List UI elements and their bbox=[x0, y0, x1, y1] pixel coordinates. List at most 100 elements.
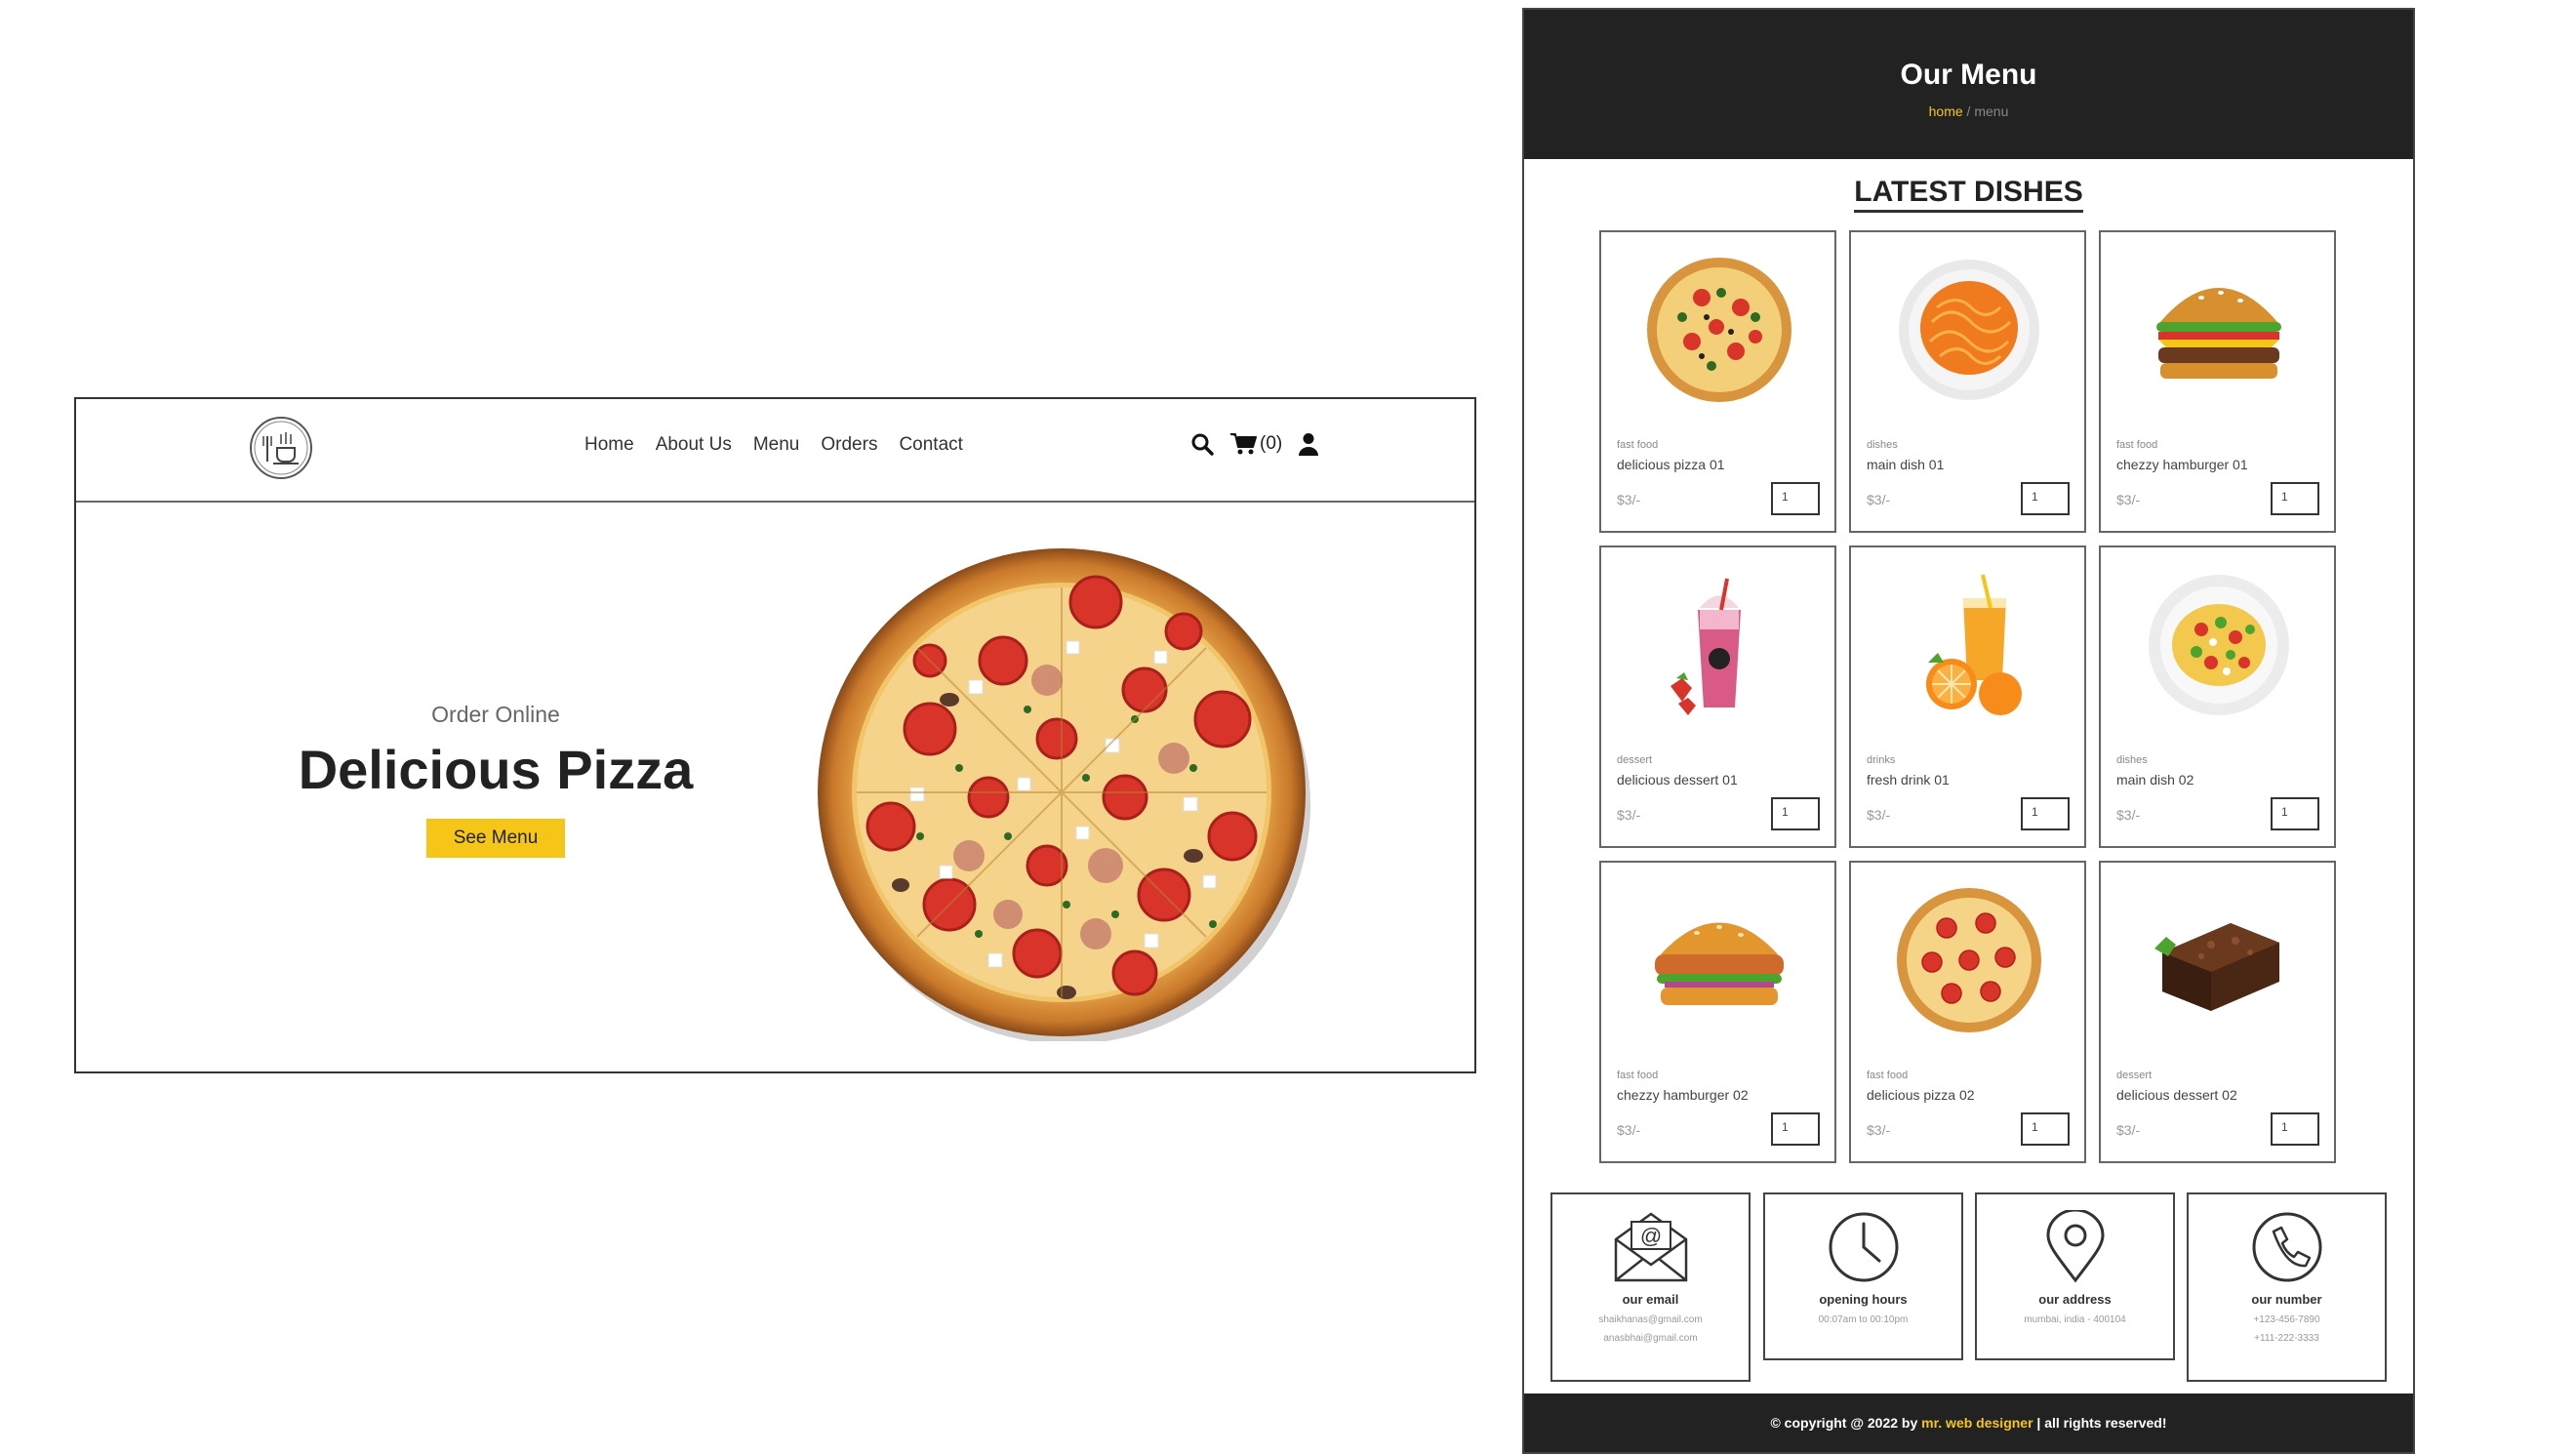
header-actions: (0) bbox=[1190, 432, 1319, 456]
quantity-input[interactable]: 1 bbox=[1771, 797, 1820, 830]
dish-name: chezzy hamburger 01 bbox=[2116, 457, 2248, 472]
dish-category: dessert bbox=[1617, 754, 1653, 766]
dish-card[interactable]: dishes main dish 01 $3/- 1 bbox=[1849, 230, 2086, 533]
cart-button[interactable]: (0) bbox=[1229, 432, 1282, 456]
noodles-image bbox=[1899, 260, 2039, 400]
info-card-phone: our number +123-456-7890 +111-222-3333 bbox=[2187, 1192, 2387, 1382]
hero-title: Delicious Pizza bbox=[298, 739, 694, 800]
quantity-input[interactable]: 1 bbox=[2021, 482, 2070, 515]
hero-text: Order Online Delicious Pizza See Menu bbox=[222, 702, 769, 858]
dish-card[interactable]: dishes main dish 02 $3/- 1 bbox=[2099, 545, 2336, 848]
nav-home[interactable]: Home bbox=[584, 434, 634, 456]
page-title: Our Menu bbox=[1900, 59, 2037, 91]
dish-price: $3/- bbox=[1867, 807, 1891, 823]
dish-category: dishes bbox=[2116, 754, 2148, 766]
dish-category: dessert bbox=[2116, 1070, 2153, 1081]
nav-contact[interactable]: Contact bbox=[899, 434, 962, 456]
info-title: our number bbox=[2251, 1292, 2322, 1307]
nav-menu[interactable]: Menu bbox=[753, 434, 800, 456]
dish-name: delicious pizza 01 bbox=[1617, 457, 1725, 472]
main-nav: Home About Us Menu Orders Contact bbox=[584, 434, 963, 456]
quantity-input[interactable]: 1 bbox=[2271, 1112, 2319, 1146]
salad-image bbox=[2149, 575, 2289, 715]
dish-price: $3/- bbox=[1617, 492, 1641, 507]
section-title-text: LATEST DISHES bbox=[1854, 176, 2083, 213]
breadcrumb-separator: / bbox=[1962, 103, 1975, 119]
quantity-input[interactable]: 1 bbox=[2271, 797, 2319, 830]
dish-name: chezzy hamburger 02 bbox=[1617, 1087, 1749, 1103]
footer-prefix: © copyright @ 2022 by bbox=[1770, 1415, 1922, 1431]
quantity-input[interactable]: 1 bbox=[1771, 1112, 1820, 1146]
dish-card[interactable]: dessert delicious dessert 02 $3/- 1 bbox=[2099, 861, 2336, 1163]
dish-name: main dish 01 bbox=[1867, 457, 1945, 472]
quantity-input[interactable]: 1 bbox=[2271, 482, 2319, 515]
dish-category: dishes bbox=[1867, 439, 1898, 451]
clock-icon bbox=[1829, 1212, 1898, 1282]
site-header: Home About Us Menu Orders Contact (0) bbox=[76, 399, 1474, 503]
info-card-email: @ our email shaikhanas@gmail.com anasbha… bbox=[1550, 1192, 1751, 1382]
pizza-image bbox=[818, 548, 1310, 1041]
user-icon[interactable] bbox=[1298, 432, 1319, 456]
quantity-input[interactable]: 1 bbox=[2021, 797, 2070, 830]
dish-name: delicious dessert 01 bbox=[1617, 772, 1738, 788]
menu-page-window: Our Menu home / menu LATEST DISHES fast … bbox=[1522, 8, 2415, 1454]
pizza-image bbox=[1647, 258, 1791, 402]
footer-designer-link[interactable]: mr. web designer bbox=[1921, 1415, 2033, 1431]
dish-price: $3/- bbox=[2116, 1122, 2141, 1138]
nav-orders[interactable]: Orders bbox=[821, 434, 877, 456]
footer-suffix: | all rights reserved! bbox=[2033, 1415, 2167, 1431]
dish-price: $3/- bbox=[2116, 807, 2141, 823]
info-title: our address bbox=[2038, 1292, 2112, 1307]
breadcrumb-home[interactable]: home bbox=[1929, 103, 1963, 119]
quantity-input[interactable]: 1 bbox=[2021, 1112, 2070, 1146]
dish-card[interactable]: fast food chezzy hamburger 02 $3/- 1 bbox=[1599, 861, 1836, 1163]
dish-name: main dish 02 bbox=[2116, 772, 2194, 788]
info-title: our email bbox=[1622, 1292, 1679, 1307]
info-title: opening hours bbox=[1819, 1292, 1908, 1307]
email-icon: @ bbox=[1614, 1212, 1687, 1282]
cart-count: (0) bbox=[1260, 433, 1283, 454]
info-line: shaikhanas@gmail.com bbox=[1598, 1314, 1703, 1325]
info-line: +123-456-7890 bbox=[2253, 1314, 2320, 1325]
dish-name: fresh drink 01 bbox=[1867, 772, 1950, 788]
burger-image bbox=[2156, 288, 2281, 379]
pizza-image bbox=[1897, 888, 2041, 1032]
section-title: LATEST DISHES bbox=[1524, 176, 2413, 213]
dish-price: $3/- bbox=[1867, 492, 1891, 507]
location-pin-icon bbox=[2045, 1210, 2105, 1283]
info-card-hours: opening hours 00:07am to 00:10pm bbox=[1763, 1192, 1963, 1360]
search-icon[interactable] bbox=[1190, 432, 1214, 456]
chicken-burger-image bbox=[1655, 922, 1784, 1005]
milkshake-image bbox=[1670, 578, 1741, 715]
dish-category: fast food bbox=[1867, 1070, 1909, 1081]
cart-icon bbox=[1230, 433, 1257, 455]
dish-category: drinks bbox=[1867, 754, 1896, 766]
dish-card[interactable]: fast food delicious pizza 01 $3/- 1 bbox=[1599, 230, 1836, 533]
quantity-input[interactable]: 1 bbox=[1771, 482, 1820, 515]
dish-price: $3/- bbox=[1617, 807, 1641, 823]
info-line: anasbhai@gmail.com bbox=[1603, 1333, 1698, 1344]
orange-juice-image bbox=[1926, 574, 2022, 715]
footer: © copyright @ 2022 by mr. web designer |… bbox=[1524, 1393, 2413, 1452]
dish-category: fast food bbox=[1617, 1070, 1659, 1081]
nav-about-us[interactable]: About Us bbox=[656, 434, 732, 456]
dish-category: fast food bbox=[1617, 439, 1659, 451]
dish-price: $3/- bbox=[1617, 1122, 1641, 1138]
dish-card[interactable]: drinks fresh drink 01 $3/- 1 bbox=[1849, 545, 2086, 848]
info-card-address: our address mumbai, india - 400104 bbox=[1975, 1192, 2175, 1360]
phone-icon bbox=[2252, 1212, 2321, 1282]
menu-header: Our Menu home / menu bbox=[1524, 10, 2413, 159]
dish-name: delicious dessert 02 bbox=[2116, 1087, 2237, 1103]
dish-name: delicious pizza 02 bbox=[1867, 1087, 1975, 1103]
info-line: 00:07am to 00:10pm bbox=[1818, 1314, 1909, 1325]
dish-price: $3/- bbox=[2116, 492, 2141, 507]
dish-card[interactable]: fast food chezzy hamburger 01 $3/- 1 bbox=[2099, 230, 2336, 533]
brownie-image bbox=[2154, 923, 2279, 1011]
svg-text:@: @ bbox=[1639, 1224, 1661, 1248]
dish-price: $3/- bbox=[1867, 1122, 1891, 1138]
breadcrumb: home / menu bbox=[1524, 103, 2413, 119]
restaurant-logo-icon[interactable] bbox=[248, 415, 314, 481]
dish-card[interactable]: fast food delicious pizza 02 $3/- 1 bbox=[1849, 861, 2086, 1163]
dish-card[interactable]: dessert delicious dessert 01 $3/- 1 bbox=[1599, 545, 1836, 848]
see-menu-button[interactable]: See Menu bbox=[425, 819, 566, 858]
